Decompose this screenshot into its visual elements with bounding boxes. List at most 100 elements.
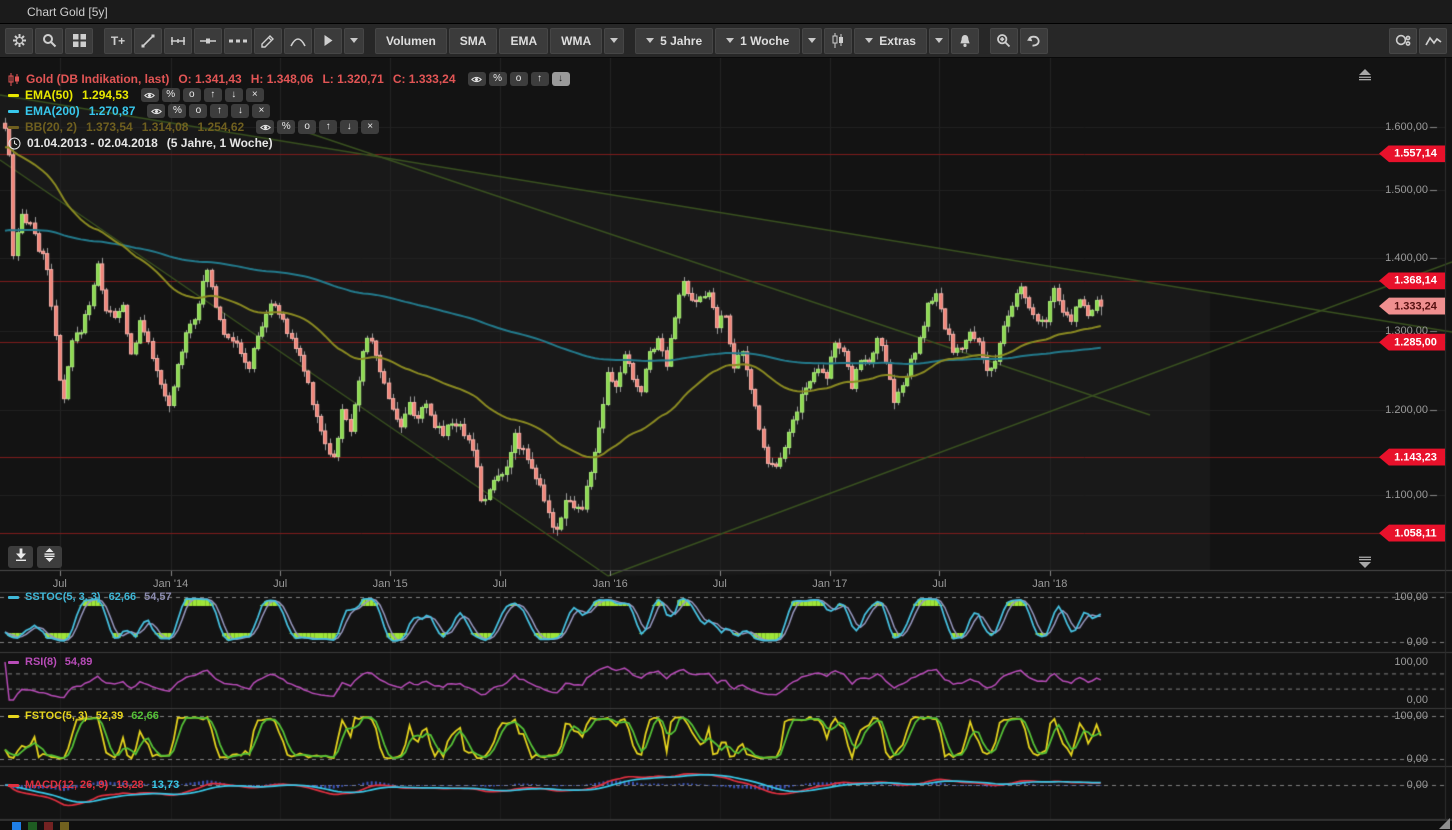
sstoc-label: SSTOC(5, 3, 3) <box>25 591 101 603</box>
wma-button[interactable]: WMA <box>550 28 602 54</box>
circle-button[interactable]: o <box>298 120 316 134</box>
sstoc-swatch <box>8 596 19 599</box>
segment-tool-button[interactable] <box>224 28 252 54</box>
time-axis-label: Jul <box>932 578 946 590</box>
scale-scroll-up-button[interactable] <box>1356 71 1374 83</box>
indicators-dropdown-button[interactable] <box>604 28 624 54</box>
legend-row-ema200: EMA(200) 1.270,87 % o ↑ ↓ × <box>8 103 570 119</box>
tools-dropdown-button[interactable] <box>344 28 364 54</box>
download-button[interactable] <box>8 546 33 568</box>
chart-legend: Gold (DB Indikation, last) O: 1.341,43 H… <box>8 71 570 151</box>
legend-row-daterange: 01.04.2013 - 02.04.2018 (5 Jahre, 1 Woch… <box>8 135 570 151</box>
panel-chip[interactable] <box>60 822 69 830</box>
zoom-button[interactable] <box>990 28 1018 54</box>
time-axis-label: Jan '17 <box>812 578 847 590</box>
legend-row-gold: Gold (DB Indikation, last) O: 1.341,43 H… <box>8 71 570 87</box>
alert-price-badge[interactable]: 1.368,14 <box>1379 272 1445 289</box>
alert-price-badge[interactable]: 1.058,11 <box>1379 525 1445 542</box>
fstoc-label: FSTOC(5, 3) <box>25 710 88 722</box>
rsi-label-row: RSI(8) 54,89 <box>8 656 92 668</box>
chart-type-button[interactable] <box>824 28 852 54</box>
pointer-tool-button[interactable] <box>314 28 342 54</box>
percent-button[interactable]: % <box>489 72 507 86</box>
extras-select[interactable]: Extras <box>854 28 927 54</box>
circle-button[interactable]: o <box>510 72 528 86</box>
interval-dropdown-button[interactable] <box>802 28 822 54</box>
visibility-button[interactable] <box>468 72 486 86</box>
panel-chip[interactable] <box>28 822 37 830</box>
interval-select[interactable]: 1 Woche <box>715 28 800 54</box>
chart-style-button[interactable] <box>1419 28 1447 54</box>
alert-button[interactable] <box>951 28 979 54</box>
settings-button[interactable] <box>5 28 33 54</box>
time-axis-label: Jul <box>713 578 727 590</box>
ema-button[interactable]: EMA <box>499 28 548 54</box>
price-axis-tick: 1.100,00 <box>1385 489 1428 501</box>
close-value: C: 1.333,24 <box>393 72 456 86</box>
alert-price-badge[interactable]: 1.557,14 <box>1379 145 1445 162</box>
percent-button[interactable]: % <box>168 104 186 118</box>
time-axis-label: Jan '15 <box>373 578 408 590</box>
sstoc-axis-label: 100,00 <box>1394 591 1428 603</box>
text-tool-icon: T+ <box>111 34 125 48</box>
undo-icon <box>1026 34 1041 47</box>
sma-button[interactable]: SMA <box>449 28 498 54</box>
move-up-button[interactable]: ↑ <box>210 104 228 118</box>
circle-button[interactable]: o <box>183 88 201 102</box>
move-up-button[interactable]: ↑ <box>531 72 549 86</box>
range-select[interactable]: 5 Jahre <box>635 28 713 54</box>
current-price-badge: 1.333,24 <box>1379 298 1445 315</box>
move-down-button[interactable]: ↓ <box>340 120 358 134</box>
compare-button[interactable] <box>1389 28 1417 54</box>
move-down-button[interactable]: ↓ <box>552 72 570 86</box>
remove-button[interactable]: × <box>361 120 379 134</box>
chart-canvas[interactable] <box>0 58 1452 830</box>
bubbles-icon <box>1395 34 1411 47</box>
rsi-swatch <box>8 661 19 664</box>
move-up-button[interactable]: ↑ <box>204 88 222 102</box>
trendline-tool-button[interactable] <box>134 28 162 54</box>
macd-axis-label: 0,00 <box>1407 779 1428 791</box>
bb-swatch <box>8 126 19 129</box>
scale-scroll-down-button[interactable] <box>1356 558 1374 570</box>
visibility-button[interactable] <box>141 88 159 102</box>
volumen-button[interactable]: Volumen <box>375 28 447 54</box>
arc-tool-button[interactable] <box>284 28 312 54</box>
rsi-axis-label: 100,00 <box>1394 656 1428 668</box>
text-tool-button[interactable]: T+ <box>104 28 132 54</box>
chevron-down-icon <box>726 38 734 43</box>
rsi-label: RSI(8) <box>25 656 57 668</box>
visibility-button[interactable] <box>256 120 274 134</box>
move-down-button[interactable]: ↓ <box>225 88 243 102</box>
search-icon <box>42 33 57 48</box>
remove-button[interactable]: × <box>246 88 264 102</box>
remove-button[interactable]: × <box>252 104 270 118</box>
sstoc-k-value: 62,66 <box>109 591 137 603</box>
panel-chip[interactable] <box>44 822 53 830</box>
percent-button[interactable]: % <box>162 88 180 102</box>
panel-chip[interactable] <box>12 822 21 830</box>
autoscale-button[interactable] <box>37 546 62 568</box>
resize-handle[interactable] <box>1439 818 1450 829</box>
extras-dropdown-button[interactable] <box>929 28 949 54</box>
layout-button[interactable] <box>65 28 93 54</box>
time-axis-label: Jul <box>493 578 507 590</box>
search-button[interactable] <box>35 28 63 54</box>
undo-button[interactable] <box>1020 28 1048 54</box>
date-range: 01.04.2013 - 02.04.2018 <box>27 136 158 150</box>
toolbar: T+ Volumen SMA EMA WMA 5 Jahre 1 Woch <box>0 24 1452 58</box>
open-value: O: 1.341,43 <box>178 72 241 86</box>
draw-tool-button[interactable] <box>254 28 282 54</box>
percent-button[interactable]: % <box>277 120 295 134</box>
fibonacci-tool-button[interactable] <box>164 28 192 54</box>
alert-price-badge[interactable]: 1.285,00 <box>1379 334 1445 351</box>
move-down-button[interactable]: ↓ <box>231 104 249 118</box>
circle-button[interactable]: o <box>189 104 207 118</box>
visibility-button[interactable] <box>147 104 165 118</box>
price-axis-tick: 1.400,00 <box>1385 252 1428 264</box>
fstoc-swatch <box>8 715 19 718</box>
hline-tool-button[interactable] <box>194 28 222 54</box>
move-up-button[interactable]: ↑ <box>319 120 337 134</box>
alert-price-badge[interactable]: 1.143,23 <box>1379 449 1445 466</box>
chevron-down-icon <box>646 38 654 43</box>
